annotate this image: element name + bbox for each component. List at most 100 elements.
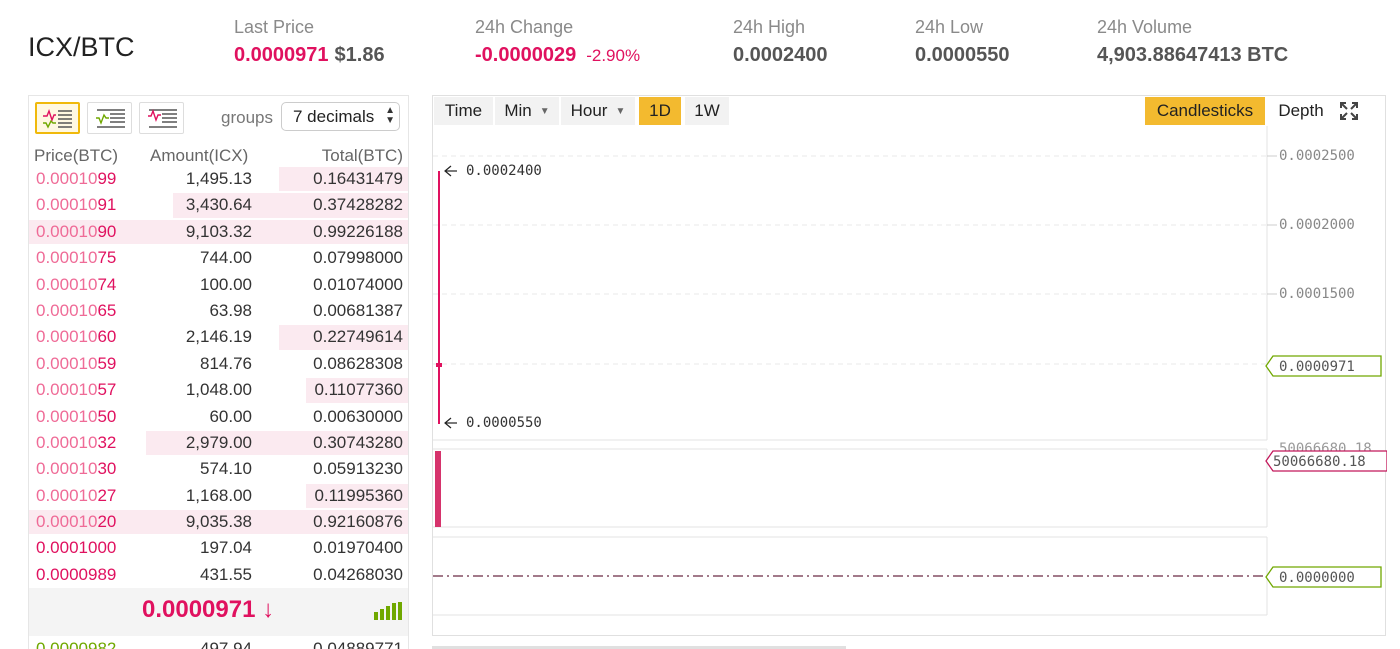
groups-select[interactable]: 7 decimals ▲ ▼ bbox=[281, 102, 400, 131]
ask-price: 0.0000989 bbox=[36, 564, 117, 584]
ask-price: 0.0001032 bbox=[36, 432, 117, 452]
ask-amount: 9,103.32 bbox=[185, 221, 252, 241]
ask-row[interactable]: 0.0001057 1,048.00 0.11077360 bbox=[29, 377, 408, 403]
view-sells-button[interactable] bbox=[139, 102, 184, 134]
ask-price: 0.0001050 bbox=[36, 406, 117, 426]
ask-row[interactable]: 0.0000989 431.55 0.04268030 bbox=[29, 562, 408, 588]
last-price-label: Last Price bbox=[234, 17, 315, 37]
ask-row[interactable]: 0.0001065 63.98 0.00681387 bbox=[29, 298, 408, 324]
ask-amount: 744.00 bbox=[200, 248, 252, 268]
low-annotation: 0.0000550 bbox=[466, 415, 542, 431]
candlesticks-button[interactable]: Candlesticks bbox=[1145, 97, 1265, 125]
bid-row[interactable]: 0.0000982 497.94 0.04889771 bbox=[29, 636, 408, 649]
ask-row[interactable]: 0.0001091 3,430.64 0.37428282 bbox=[29, 192, 408, 218]
ask-total: 0.00630000 bbox=[313, 406, 403, 426]
ask-total: 0.16431479 bbox=[313, 169, 403, 188]
ask-row[interactable]: 0.0001060 2,146.19 0.22749614 bbox=[29, 324, 408, 350]
ask-row[interactable]: 0.0001030 574.10 0.05913230 bbox=[29, 456, 408, 482]
indicator-tag-text: 0.0000000 bbox=[1279, 570, 1355, 586]
low-stat: 24h Low 0.0000550 bbox=[915, 17, 1010, 67]
ask-price: 0.0001099 bbox=[36, 169, 117, 188]
ask-price: 0.0001057 bbox=[36, 380, 117, 400]
time-button[interactable]: Time bbox=[434, 97, 493, 125]
select-arrows-icon: ▲ ▼ bbox=[385, 105, 395, 126]
chevron-down-icon: ▼ bbox=[615, 105, 626, 117]
ask-row[interactable]: 0.0001000 197.04 0.01970400 bbox=[29, 535, 408, 561]
ask-price: 0.0001065 bbox=[36, 300, 117, 320]
pair-title: ICX/BTC bbox=[28, 32, 135, 62]
volume-bar bbox=[435, 451, 441, 527]
ask-row[interactable]: 0.0001027 1,168.00 0.11995360 bbox=[29, 483, 408, 509]
change-label: 24h Change bbox=[475, 17, 574, 37]
ask-price: 0.0001075 bbox=[36, 248, 117, 268]
ask-amount: 1,048.00 bbox=[185, 380, 252, 400]
ask-price: 0.0001000 bbox=[36, 538, 117, 558]
interval-1d-button[interactable]: 1D bbox=[639, 97, 681, 125]
ask-total: 0.00681387 bbox=[313, 300, 403, 320]
view-buys-icon bbox=[96, 109, 125, 128]
ask-amount: 1,168.00 bbox=[185, 485, 252, 505]
low-value: 0.0000550 bbox=[915, 44, 1010, 66]
ask-price: 0.0001060 bbox=[36, 327, 117, 347]
ask-amount: 63.98 bbox=[209, 300, 252, 320]
ask-total: 0.11077360 bbox=[314, 380, 403, 400]
ask-row[interactable]: 0.0001050 60.00 0.00630000 bbox=[29, 404, 408, 430]
y-tick-1: 0.0002500 bbox=[1279, 148, 1355, 164]
ask-row[interactable]: 0.0001075 744.00 0.07998000 bbox=[29, 245, 408, 271]
ask-total: 0.30743280 bbox=[313, 432, 403, 452]
volume-tag-text: 50066680.18 bbox=[1273, 454, 1366, 470]
bid-amount: 497.94 bbox=[200, 639, 252, 649]
groups-select-value: 7 decimals bbox=[293, 107, 375, 126]
ask-amount: 574.10 bbox=[200, 459, 252, 479]
ask-amount: 9,035.38 bbox=[185, 512, 252, 532]
order-book: groups 7 decimals ▲ ▼ Price(BTC) Amount(I… bbox=[28, 95, 409, 649]
ask-row[interactable]: 0.0001020 9,035.38 0.92160876 bbox=[29, 509, 408, 535]
volume-label: 24h Volume bbox=[1097, 17, 1193, 37]
ask-amount: 814.76 bbox=[200, 353, 252, 373]
high-value: 0.0002400 bbox=[733, 44, 828, 66]
order-book-header: Price(BTC) Amount(ICX) Total(BTC) bbox=[29, 146, 408, 168]
ask-amount: 1,495.13 bbox=[185, 169, 252, 188]
view-both-button[interactable] bbox=[35, 102, 80, 134]
ask-price: 0.0001074 bbox=[36, 274, 117, 294]
change-stat: 24h Change -0.0000029 -2.90% bbox=[475, 17, 640, 67]
interval-1w-button[interactable]: 1W bbox=[685, 97, 729, 125]
order-book-toolbar: groups 7 decimals ▲ ▼ bbox=[29, 96, 408, 140]
ask-total: 0.99226188 bbox=[313, 221, 403, 241]
min-dropdown[interactable]: Min ▼ bbox=[495, 97, 559, 125]
change-percent: -2.90% bbox=[586, 46, 641, 65]
volume-stat: 24h Volume 4,903.88647413 BTC bbox=[1097, 17, 1288, 67]
bid-price: 0.0000982 bbox=[36, 639, 117, 649]
chevron-down-icon: ▼ bbox=[539, 105, 550, 117]
col-total: Total(BTC) bbox=[321, 146, 403, 165]
ask-list: 0.0001099 1,495.13 0.16431479 0.0001091 3,43… bbox=[29, 166, 408, 588]
view-buys-button[interactable] bbox=[87, 102, 132, 134]
ask-amount: 2,979.00 bbox=[185, 432, 252, 452]
hour-dropdown[interactable]: Hour ▼ bbox=[561, 97, 635, 125]
ask-total: 0.04268030 bbox=[313, 564, 403, 584]
ask-row[interactable]: 0.0001099 1,495.13 0.16431479 bbox=[29, 166, 408, 192]
last-price-row: 0.0000971 ↓ bbox=[29, 588, 408, 636]
chart-toolbar: Time Min ▼ Hour ▼ 1D 1W Candlesticks Depth bbox=[433, 96, 1385, 126]
view-sells-icon bbox=[148, 108, 177, 128]
ask-row[interactable]: 0.0001032 2,979.00 0.30743280 bbox=[29, 430, 408, 456]
signal-bars-icon bbox=[374, 602, 402, 620]
ask-total: 0.05913230 bbox=[313, 459, 403, 479]
depth-button[interactable]: Depth bbox=[1267, 97, 1335, 125]
ask-row[interactable]: 0.0001059 814.76 0.08628308 bbox=[29, 351, 408, 377]
ask-row[interactable]: 0.0001090 9,103.32 0.99226188 bbox=[29, 219, 408, 245]
fullscreen-button[interactable] bbox=[1339, 97, 1379, 125]
volume-value: 4,903.88647413 BTC bbox=[1097, 44, 1289, 66]
ask-amount: 3,430.64 bbox=[185, 195, 252, 215]
col-price: Price(BTC) bbox=[34, 146, 119, 165]
high-label: 24h High bbox=[733, 17, 806, 37]
down-arrow-icon: ↓ bbox=[262, 596, 275, 623]
ask-row[interactable]: 0.0001074 100.00 0.01074000 bbox=[29, 272, 408, 298]
ask-price: 0.0001030 bbox=[36, 459, 117, 479]
ask-price: 0.0001027 bbox=[36, 485, 117, 505]
groups-label: groups bbox=[221, 108, 273, 127]
chart-panel: 0.0002400 0.0000550 0.0002500 0.0002000 … bbox=[432, 95, 1387, 636]
ask-price: 0.0001091 bbox=[36, 195, 117, 215]
ask-amount: 100.00 bbox=[200, 274, 252, 294]
last-price-usd: $1.86 bbox=[334, 44, 385, 66]
